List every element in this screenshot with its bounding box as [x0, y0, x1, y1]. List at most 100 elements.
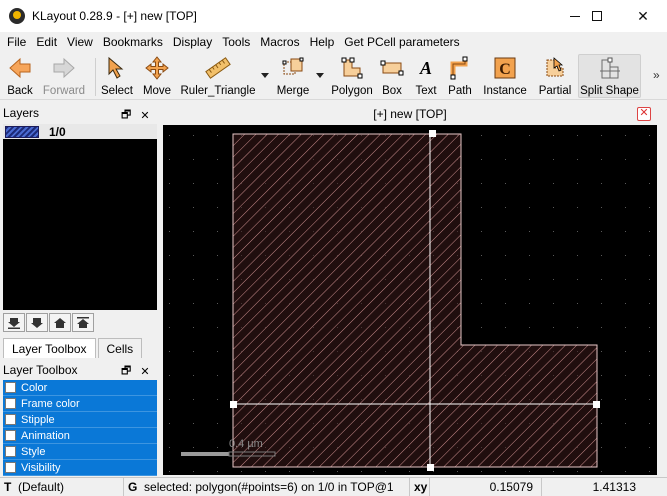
toolbox-item-animation[interactable]: Animation [3, 428, 157, 444]
close-toolbox-icon[interactable]: ✕ [140, 365, 149, 378]
close-view-button[interactable]: ✕ [637, 107, 651, 121]
text-tool-icon: A [419, 57, 432, 78]
grid-dot [601, 351, 602, 352]
menu-display[interactable]: Display [168, 32, 217, 52]
grid-dot [193, 159, 194, 160]
expand-checkbox[interactable] [5, 462, 16, 473]
menu-file[interactable]: File [2, 32, 31, 52]
toolbox-item-color[interactable]: Color [3, 380, 157, 396]
toolbox-item-style[interactable]: Style [3, 444, 157, 460]
grid-dot [505, 159, 506, 160]
grid-dot [649, 135, 650, 136]
menu-help[interactable]: Help [305, 32, 340, 52]
expand-checkbox[interactable] [5, 398, 16, 409]
box-button[interactable]: Box [378, 54, 406, 98]
close-icon: ✕ [637, 7, 649, 24]
menu-bookmarks[interactable]: Bookmarks [98, 32, 168, 52]
ruler-triangle-button[interactable]: Ruler_Triangle [180, 54, 256, 98]
maximize-icon [592, 11, 602, 21]
grid-dot [505, 231, 506, 232]
grid-dot [649, 159, 650, 160]
menu-tools[interactable]: Tools [217, 32, 255, 52]
grid-dot [433, 471, 434, 472]
float-panel-icon[interactable]: 🗗 [121, 106, 131, 125]
grid-dot [217, 351, 218, 352]
grid-dot [529, 159, 530, 160]
grid-dot [601, 135, 602, 136]
layers-panel-title: Layers [3, 106, 40, 120]
tab-layer-toolbox[interactable]: Layer Toolbox [3, 338, 96, 358]
expand-checkbox[interactable] [5, 382, 16, 393]
grid-dot [625, 327, 626, 328]
main-toolbar: Back Forward Select Move Ruler_Triangle … [0, 52, 667, 100]
grid-dot [193, 135, 194, 136]
move-layer-up-button[interactable] [49, 313, 71, 332]
back-button[interactable]: Back [4, 54, 36, 98]
forward-button[interactable]: Forward [42, 54, 86, 98]
layers-panel-controls: 🗗 ✕ [121, 106, 150, 125]
toolbox-item-stipple[interactable]: Stipple [3, 412, 157, 428]
partial-button[interactable]: Partial [537, 54, 573, 98]
grid-dot [505, 279, 506, 280]
grid-dot [601, 375, 602, 376]
select-button[interactable]: Select [100, 54, 134, 98]
menu-view[interactable]: View [62, 32, 98, 52]
grid-dot [601, 279, 602, 280]
move-button[interactable]: Move [141, 54, 173, 98]
grid-dot [553, 183, 554, 184]
grid-dot [601, 255, 602, 256]
text-button[interactable]: A Text [412, 54, 440, 98]
menu-edit[interactable]: Edit [31, 32, 62, 52]
polygon-shape[interactable] [232, 133, 598, 468]
grid-dot [625, 135, 626, 136]
grid-dot [649, 327, 650, 328]
grid-dot [601, 303, 602, 304]
grid-dot [625, 351, 626, 352]
grid-dot [193, 231, 194, 232]
tab-cells[interactable]: Cells [97, 338, 143, 358]
layout-canvas[interactable]: 0.4 µm [163, 125, 657, 475]
grid-dot [193, 183, 194, 184]
move-layer-down-button[interactable] [26, 313, 48, 332]
grid-dot [529, 207, 530, 208]
split-shape-button[interactable]: Split Shape [578, 54, 641, 98]
grid-dot [217, 159, 218, 160]
grid-dot [193, 399, 194, 400]
maximize-button[interactable] [574, 0, 620, 32]
layer-order-controls [3, 313, 94, 332]
scale-label: 0.4 µm [229, 438, 263, 450]
grid-dot [361, 471, 362, 472]
move-layer-top-button[interactable] [72, 313, 94, 332]
expand-checkbox[interactable] [5, 414, 16, 425]
layer-toolbox-list: Color Frame color Stipple Animation Styl… [3, 380, 157, 476]
cursor-arrow-icon [104, 55, 130, 81]
move-layer-bottom-button[interactable] [3, 313, 25, 332]
close-window-button[interactable]: ✕ [620, 0, 666, 32]
layers-list[interactable]: 1/0 [3, 124, 157, 310]
grid-dot [577, 135, 578, 136]
toolbox-item-frame-color[interactable]: Frame color [3, 396, 157, 412]
toolbox-item-visibility[interactable]: Visibility [3, 460, 157, 476]
merge-button[interactable]: Merge [275, 54, 311, 98]
instance-button[interactable]: C Instance [482, 54, 528, 98]
merge-dropdown-button[interactable] [315, 70, 325, 80]
menu-get-pcell-parameters[interactable]: Get PCell parameters [339, 32, 464, 52]
grid-dot [529, 471, 530, 472]
float-toolbox-icon[interactable]: 🗗 [121, 362, 131, 381]
menu-macros[interactable]: Macros [255, 32, 304, 52]
close-panel-icon[interactable]: ✕ [140, 109, 149, 122]
toolbar-overflow-button[interactable]: » [653, 68, 660, 82]
layer-row[interactable]: 1/0 [3, 124, 157, 139]
close-icon: ✕ [639, 107, 649, 119]
grid-dot [649, 423, 650, 424]
grid-dot [481, 255, 482, 256]
ruler-dropdown-button[interactable] [260, 70, 270, 80]
grid-dot [193, 279, 194, 280]
path-button[interactable]: Path [446, 54, 474, 98]
grid-dot [649, 447, 650, 448]
polygon-button[interactable]: Polygon [331, 54, 373, 98]
expand-checkbox[interactable] [5, 446, 16, 457]
expand-checkbox[interactable] [5, 430, 16, 441]
grid-dot [601, 447, 602, 448]
layer-name: 1/0 [49, 124, 66, 139]
